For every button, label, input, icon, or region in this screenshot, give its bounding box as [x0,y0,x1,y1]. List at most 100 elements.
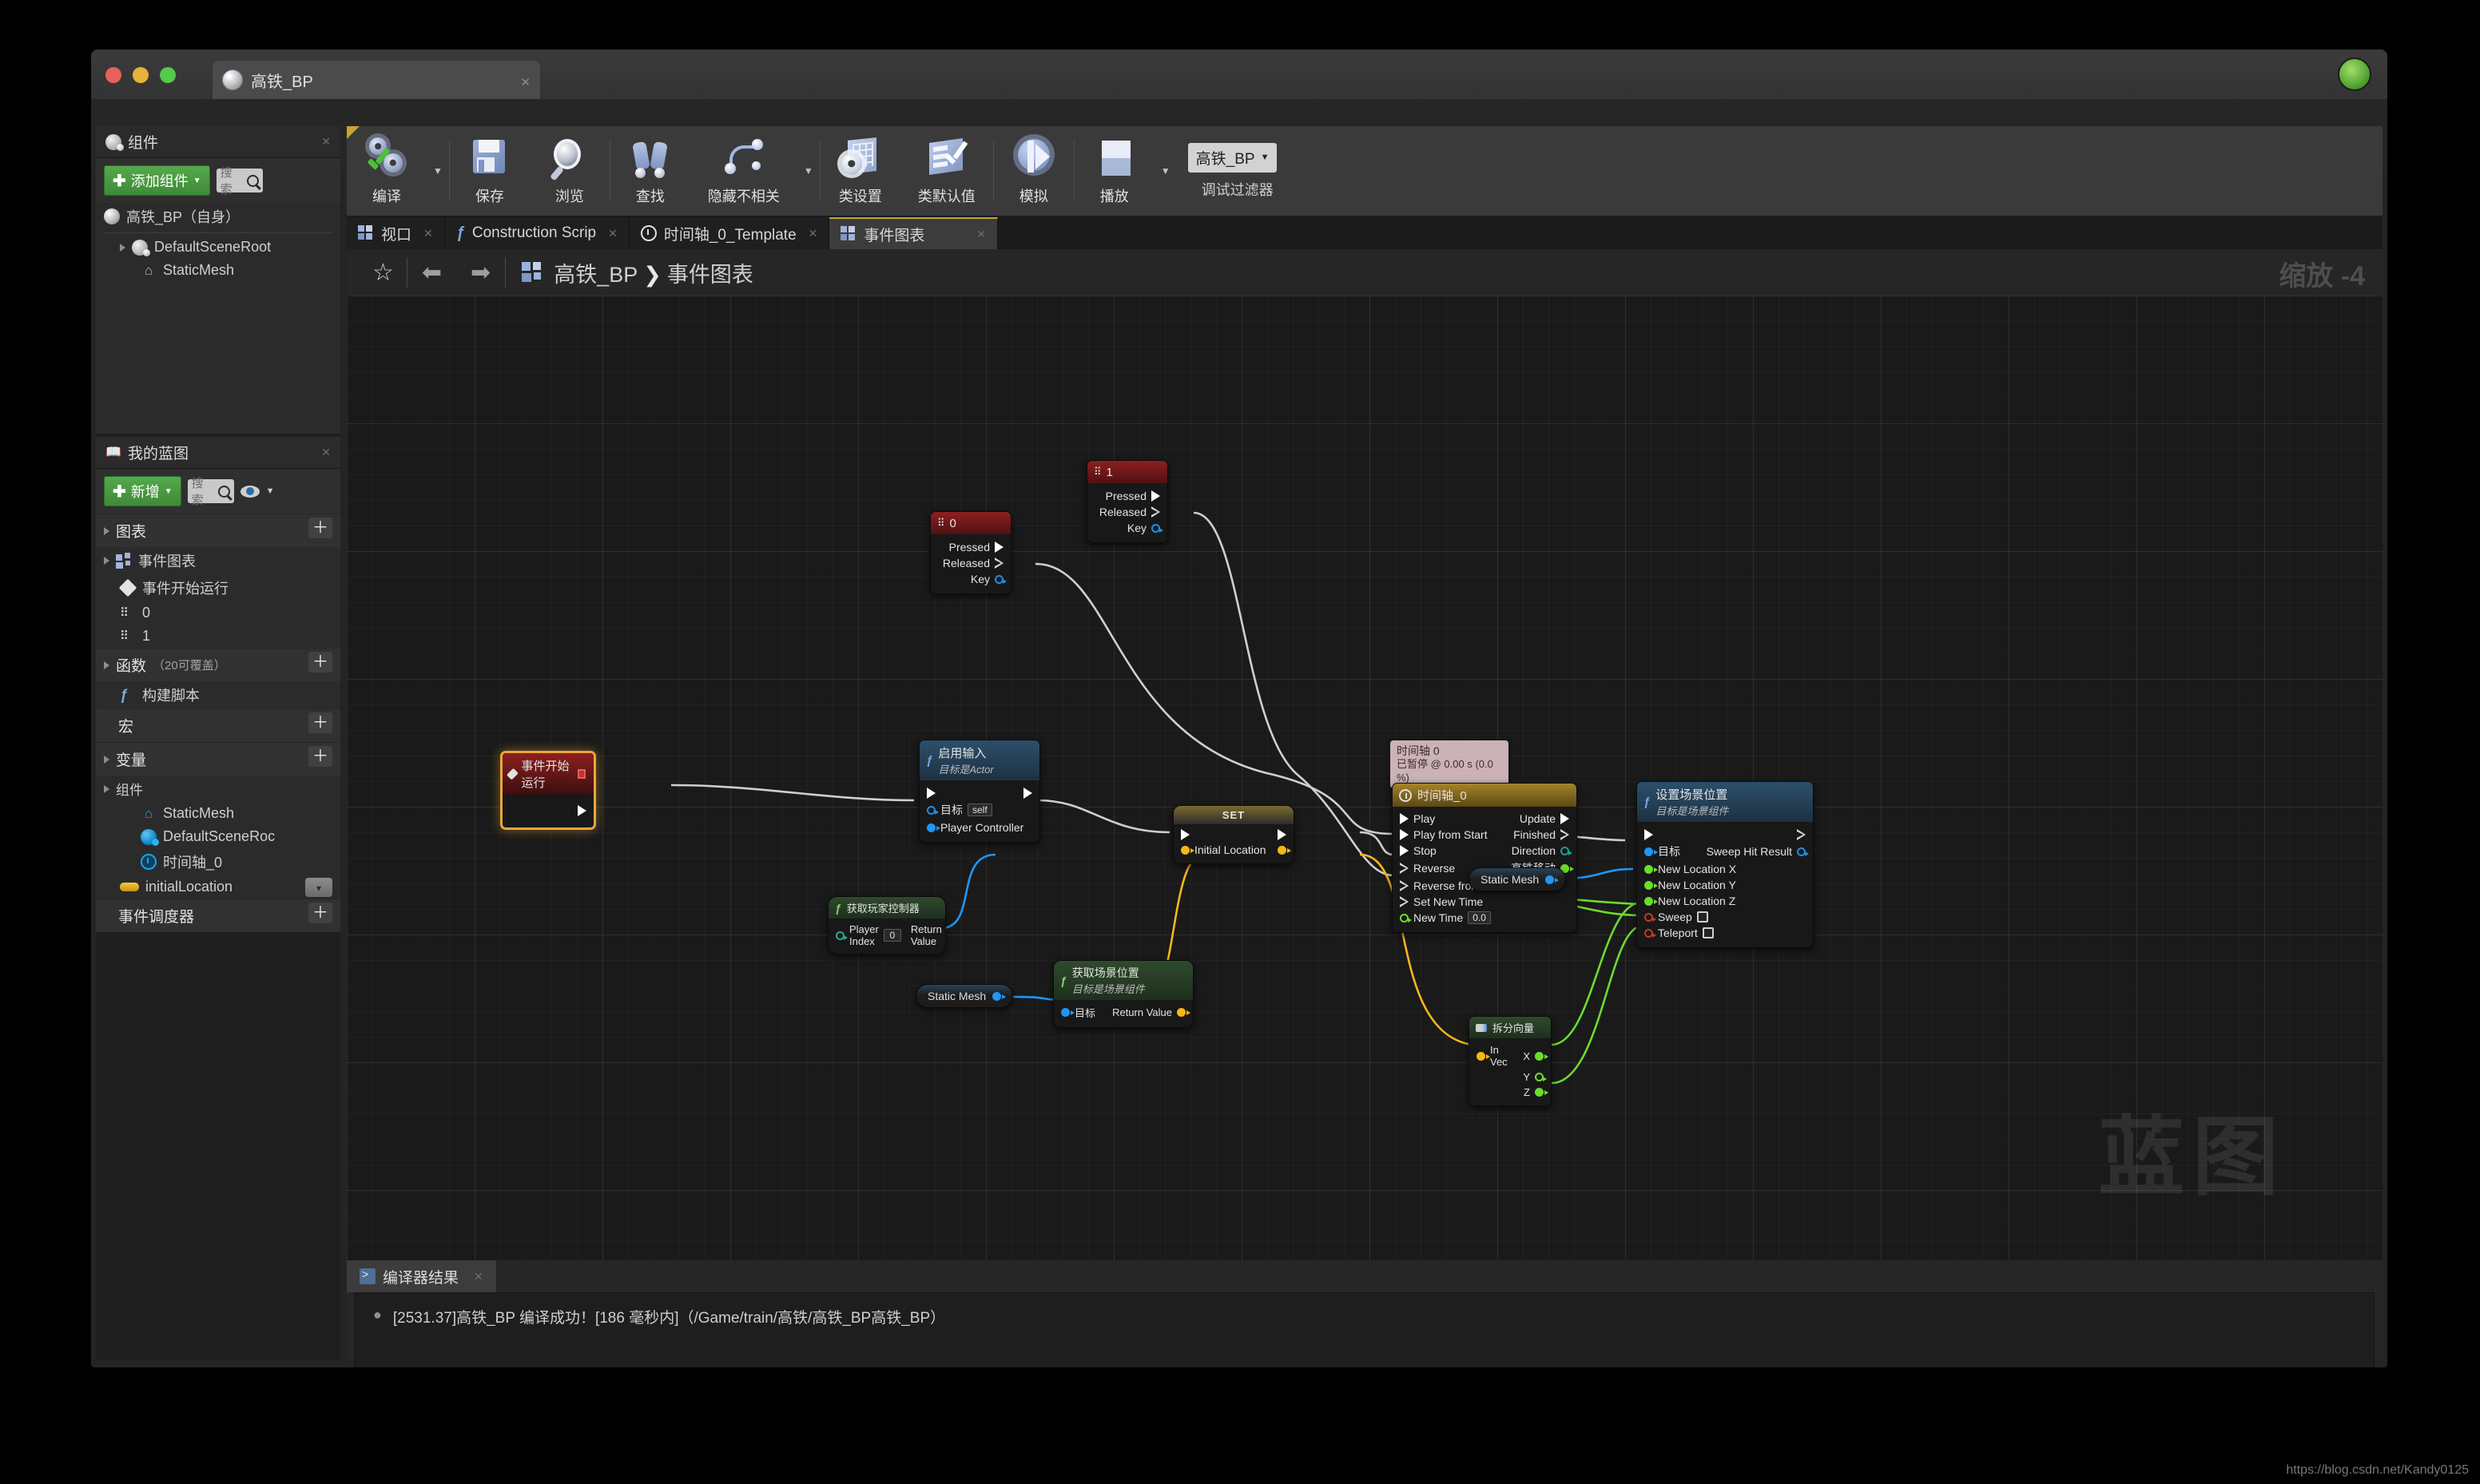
z-pin[interactable] [1535,1088,1548,1097]
simulate-button[interactable]: 模拟 [994,126,1074,216]
exec-in-pin[interactable] [1181,828,1190,840]
node-break-vector[interactable]: 拆分向量 In Vec X Y Z [1469,1016,1552,1106]
pin-row-exec[interactable] [1174,827,1294,842]
class-defaults-button[interactable]: 类默认值 [900,126,993,216]
direction-pin[interactable] [1560,846,1572,855]
compiler-message-row[interactable]: ● [2531.37]高铁_BP 编译成功！[186 毫秒内]（/Game/tr… [356,1293,2374,1340]
key-pin[interactable] [995,574,1007,584]
pin-row-target[interactable]: 目标 Return Value [1054,1003,1193,1022]
exec-in-pin[interactable] [1400,813,1409,824]
close-icon[interactable]: ✕ [474,1270,483,1284]
pin-row-pressed[interactable]: Pressed [1087,488,1167,504]
pin-row-released[interactable]: Released [931,555,1011,571]
player-index-pin[interactable] [836,930,848,940]
pin-row-exec[interactable] [1637,827,1813,842]
hide-unrelated-dropdown-chevron-down-icon[interactable]: ▼ [797,165,820,177]
compile-dropdown-chevron-down-icon[interactable]: ▼ [427,165,449,177]
exec-out-pin[interactable] [995,557,1004,569]
pin-row-y[interactable]: Y [1469,1069,1551,1085]
expand-arrow-icon[interactable] [104,755,109,764]
new-location-x-pin[interactable] [1644,864,1658,874]
new-time-value[interactable]: 0.0 [1468,911,1491,924]
expand-arrow-icon[interactable] [120,243,125,252]
exec-out-pin[interactable] [1151,506,1160,518]
exec-out-pin[interactable] [1560,813,1569,824]
node-timeline-0[interactable]: 时间轴_0 Play Update Play from Start Finish… [1392,783,1577,933]
components-search-input[interactable]: 搜索 [216,166,263,196]
visibility-eye-icon[interactable] [240,485,260,498]
node-get-player-controller[interactable]: ƒ 获取玩家控制器 Player Index 0 Return Value [828,896,946,954]
close-icon[interactable]: ✕ [608,227,618,240]
expand-arrow-icon[interactable] [104,661,109,669]
pin-row-sweep[interactable]: Sweep [1637,909,1813,925]
component-row-static-mesh[interactable]: ⌂ StaticMesh [96,259,340,282]
compile-button[interactable]: 编译 [347,126,427,216]
chevron-down-icon[interactable]: ▼ [266,486,275,496]
exec-in-pin[interactable] [1644,828,1653,840]
close-icon[interactable]: ✕ [520,75,531,89]
add-new-button[interactable]: ✚ 新增 ▼ [104,476,181,506]
variable-category-components[interactable]: 组件 [96,776,340,802]
function-row-construction-script[interactable]: ƒ 构建脚本 [96,681,340,708]
graph-row-event-graph[interactable]: 事件图表 [96,547,340,574]
close-icon[interactable]: ✕ [809,227,818,240]
pin-row-play-update[interactable]: Play Update [1393,811,1576,827]
exec-in-pin[interactable] [1400,845,1409,856]
add-macro-button[interactable]: ＋ [308,712,332,733]
close-icon[interactable]: ✕ [321,135,331,149]
blueprint-graph-canvas[interactable]: 蓝图 事件开始运行 ƒ 启用输入 目标是Actor 目标 self Player… [347,296,2383,1260]
x-pin[interactable] [1535,1051,1548,1061]
forward-arrow-icon[interactable]: ➡ [456,259,505,287]
section-event-dispatchers[interactable]: 事件调度器 ＋ [96,899,340,932]
target-pin[interactable] [1644,847,1658,856]
key-pin[interactable] [1151,523,1163,533]
pin-row-teleport[interactable]: Teleport [1637,925,1813,941]
components-panel-tab[interactable]: 组件 ✕ [96,126,340,158]
variable-visibility-dropdown[interactable]: ▾ [305,878,332,897]
exec-out-pin[interactable] [1278,828,1286,840]
pin-row-player-controller[interactable]: Player Controller [920,819,1039,835]
add-variable-button[interactable]: ＋ [308,746,332,767]
exec-out-pin[interactable] [578,804,586,816]
teleport-pin[interactable] [1644,928,1656,938]
variable-row-static-mesh[interactable]: ⌂ StaticMesh [96,802,340,825]
pin-row-new-location-x[interactable]: New Location X [1637,861,1813,877]
pin-row-key[interactable]: Key [1087,520,1167,536]
favorite-star-icon[interactable]: ☆ [360,259,407,287]
exec-out-pin[interactable] [995,542,1004,553]
play-dropdown-chevron-down-icon[interactable]: ▼ [1155,165,1177,177]
add-component-button[interactable]: ✚ 添加组件 ▼ [104,165,210,196]
getter-static-mesh-2[interactable]: Static Mesh [1469,867,1567,891]
pin-row-set-new-time[interactable]: Set New Time [1393,894,1576,910]
node-set-world-location[interactable]: ƒ 设置场景位置 目标是场景组件 目标 Sweep Hit Result New… [1636,781,1814,948]
variable-row-timeline-0[interactable]: 时间轴_0 [96,848,340,875]
static-mesh-out-pin[interactable] [1545,875,1560,884]
player-index-value[interactable]: 0 [883,929,901,942]
close-icon[interactable]: ✕ [423,227,433,240]
initial-location-in-pin[interactable] [1181,845,1194,855]
exec-in-pin[interactable] [1400,829,1409,840]
pin-row-target[interactable]: 目标 self [920,800,1039,819]
exec-out-pin[interactable] [1797,828,1806,840]
sweep-hit-result-pin[interactable] [1797,847,1809,856]
component-row-default-scene-root[interactable]: DefaultSceneRoot [96,236,340,259]
pin-row-stop-direction[interactable]: Stop Direction [1393,843,1576,859]
variable-row-initial-location[interactable]: initialLocation ▾ [96,875,340,899]
pin-row-exec[interactable] [920,785,1039,800]
document-tab[interactable]: 高铁_BP ✕ [213,61,540,99]
node-set-initial-location[interactable]: SET Initial Location [1173,805,1294,864]
exec-in-pin[interactable] [1400,896,1409,907]
section-functions[interactable]: 函数 （20可覆盖） ＋ [96,648,340,681]
expand-arrow-icon[interactable] [104,784,109,793]
graph-row-event-begin-play[interactable]: 事件开始运行 [96,574,340,601]
exec-out-pin[interactable] [1023,787,1032,799]
add-function-button[interactable]: ＋ [308,652,332,673]
teleport-checkbox[interactable] [1702,927,1714,938]
pin-row-in-vec-x[interactable]: In Vec X [1469,1042,1551,1069]
exec-in-pin[interactable] [1400,863,1409,874]
compiler-output-area[interactable]: ● [2531.37]高铁_BP 编译成功！[186 毫秒内]（/Game/tr… [355,1292,2375,1367]
node-get-world-location[interactable]: ƒ 获取场景位置 目标是场景组件 目标 Return Value [1053,960,1194,1028]
player-controller-pin[interactable] [927,823,940,832]
node-enable-input[interactable]: ƒ 启用输入 目标是Actor 目标 self Player Controlle… [919,740,1040,843]
target-value[interactable]: self [968,804,992,816]
